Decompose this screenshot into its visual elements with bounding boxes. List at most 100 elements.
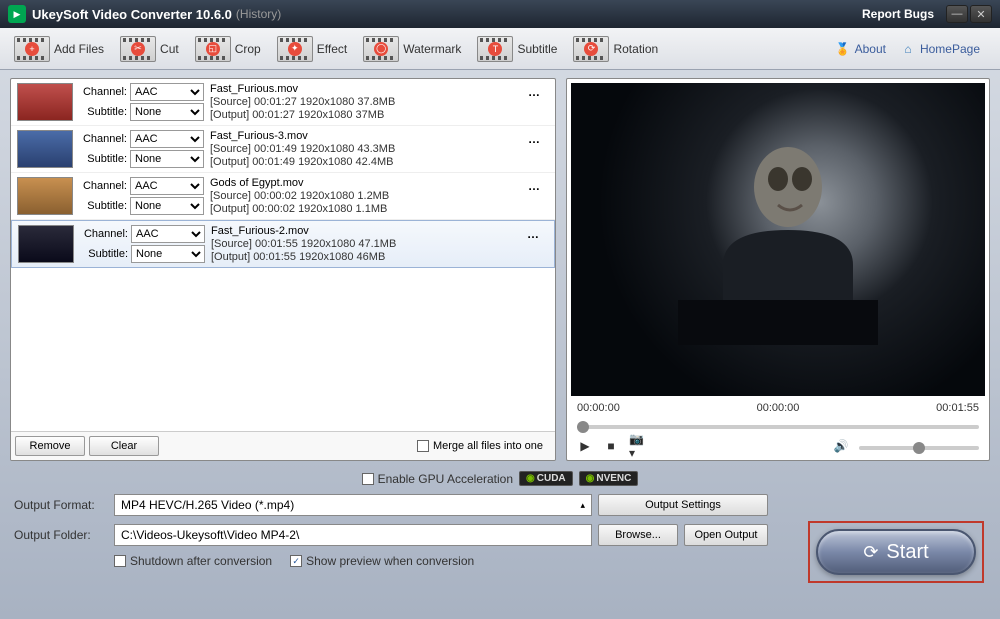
volume-icon[interactable]: 🔊 [833, 438, 849, 454]
remove-button[interactable]: Remove [15, 436, 85, 456]
channel-select[interactable]: AAC [130, 83, 204, 101]
browse-button[interactable]: Browse... [598, 524, 678, 546]
start-highlight: ⟳ Start [808, 521, 984, 583]
preview-checkbox-box[interactable]: ✓ [290, 555, 302, 567]
homepage-link[interactable]: ⌂ HomePage [900, 41, 980, 57]
file-list: Channel: AAC Subtitle: None Fast_Furious… [11, 79, 555, 432]
rotation-button[interactable]: ⟳ Rotation [565, 32, 666, 66]
minimize-button[interactable]: — [946, 5, 968, 23]
channel-label: Channel: [79, 133, 127, 145]
file-row[interactable]: Channel: AAC Subtitle: None Fast_Furious… [11, 126, 555, 173]
play-button[interactable]: ▶ [577, 438, 593, 454]
file-name: Fast_Furious-2.mov [211, 225, 396, 237]
file-thumbnail [18, 225, 74, 263]
output-settings-button[interactable]: Output Settings [598, 494, 768, 516]
open-output-button[interactable]: Open Output [684, 524, 768, 546]
close-button[interactable]: ✕ [970, 5, 992, 23]
stop-button[interactable]: ■ [603, 438, 619, 454]
gpu-checkbox-box[interactable] [362, 473, 374, 485]
cuda-badge: ◉CUDA [519, 471, 573, 486]
seek-slider[interactable] [577, 425, 979, 429]
titlebar: UkeySoft Video Converter 10.6.0 (History… [0, 0, 1000, 28]
preview-panel: 00:00:00 00:00:00 00:01:55 ▶ ■ 📷▾ 🔊 [566, 78, 990, 461]
file-options-button[interactable]: … [528, 179, 541, 193]
channel-label: Channel: [79, 86, 127, 98]
nvenc-badge: ◉NVENC [579, 471, 639, 486]
app-title: UkeySoft Video Converter 10.6.0 [32, 7, 232, 22]
file-output-meta: [Output] 00:00:02 1920x1080 1.1MB [210, 203, 389, 215]
file-source-meta: [Source] 00:01:27 1920x1080 37.8MB [210, 96, 395, 108]
shutdown-checkbox[interactable]: Shutdown after conversion [114, 554, 272, 568]
chevron-up-icon[interactable]: ▴ [580, 500, 585, 511]
effect-icon: ✦ [277, 36, 313, 62]
snapshot-button[interactable]: 📷▾ [629, 438, 645, 454]
file-row[interactable]: Channel: AAC Subtitle: None Fast_Furious… [11, 220, 555, 268]
subtitle-label: Subtitle: [79, 200, 127, 212]
effect-button[interactable]: ✦ Effect [269, 32, 355, 66]
watermark-button[interactable]: ◯ Watermark [355, 32, 469, 66]
file-thumbnail [17, 177, 73, 215]
show-preview-checkbox[interactable]: ✓ Show preview when conversion [290, 554, 474, 568]
subtitle-label: Subtitle: [79, 106, 127, 118]
subtitle-select[interactable]: None [130, 150, 204, 168]
file-output-meta: [Output] 00:01:49 1920x1080 42.4MB [210, 156, 395, 168]
about-link[interactable]: 🏅 About [835, 41, 886, 57]
file-name: Fast_Furious-3.mov [210, 130, 395, 142]
subtitle-label: Subtitle: [80, 248, 128, 260]
time-middle: 00:00:00 [757, 402, 800, 414]
output-format-label: Output Format: [14, 498, 108, 512]
time-current: 00:00:00 [577, 402, 620, 414]
subtitle-select[interactable]: None [131, 245, 205, 263]
channel-label: Channel: [79, 180, 127, 192]
start-button[interactable]: ⟳ Start [816, 529, 976, 575]
channel-select[interactable]: AAC [131, 225, 205, 243]
file-output-meta: [Output] 00:01:55 1920x1080 46MB [211, 251, 396, 263]
watermark-icon: ◯ [363, 36, 399, 62]
channel-select[interactable]: AAC [130, 177, 204, 195]
volume-slider[interactable] [859, 446, 979, 450]
file-source-meta: [Source] 00:01:55 1920x1080 47.1MB [211, 238, 396, 250]
file-row[interactable]: Channel: AAC Subtitle: None Gods of Egyp… [11, 173, 555, 220]
main-toolbar: + Add Files ✂ Cut ◱ Crop ✦ Effect ◯ Wate… [0, 28, 1000, 70]
file-name: Gods of Egypt.mov [210, 177, 389, 189]
file-options-button[interactable]: … [528, 85, 541, 99]
crop-button[interactable]: ◱ Crop [187, 32, 269, 66]
gpu-checkbox[interactable]: Enable GPU Acceleration [362, 472, 513, 486]
add-files-icon: + [14, 36, 50, 62]
file-options-button[interactable]: … [527, 227, 540, 241]
file-name: Fast_Furious.mov [210, 83, 395, 95]
file-thumbnail [17, 130, 73, 168]
subtitle-select[interactable]: None [130, 197, 204, 215]
cut-icon: ✂ [120, 36, 156, 62]
subtitle-icon: T [477, 36, 513, 62]
file-row[interactable]: Channel: AAC Subtitle: None Fast_Furious… [11, 79, 555, 126]
video-preview[interactable] [571, 83, 985, 396]
cut-button[interactable]: ✂ Cut [112, 32, 187, 66]
output-folder-input[interactable]: C:\Videos-Ukeysoft\Video MP4-2\ [114, 524, 592, 546]
channel-select[interactable]: AAC [130, 130, 204, 148]
refresh-icon: ⟳ [863, 542, 878, 563]
merge-checkbox-box[interactable] [417, 440, 429, 452]
clear-button[interactable]: Clear [89, 436, 159, 456]
app-logo-icon [8, 5, 26, 23]
subtitle-label: Subtitle: [79, 153, 127, 165]
report-bugs-link[interactable]: Report Bugs [862, 7, 934, 21]
file-source-meta: [Source] 00:01:49 1920x1080 43.3MB [210, 143, 395, 155]
history-label[interactable]: (History) [236, 7, 281, 21]
file-source-meta: [Source] 00:00:02 1920x1080 1.2MB [210, 190, 389, 202]
subtitle-button[interactable]: T Subtitle [469, 32, 565, 66]
crop-icon: ◱ [195, 36, 231, 62]
subtitle-select[interactable]: None [130, 103, 204, 121]
add-files-button[interactable]: + Add Files [6, 32, 112, 66]
output-format-select[interactable]: MP4 HEVC/H.265 Video (*.mp4) ▴ [114, 494, 592, 516]
file-options-button[interactable]: … [528, 132, 541, 146]
rotation-icon: ⟳ [573, 36, 609, 62]
time-total: 00:01:55 [936, 402, 979, 414]
file-thumbnail [17, 83, 73, 121]
home-icon: ⌂ [900, 41, 916, 57]
output-folder-label: Output Folder: [14, 528, 108, 542]
file-list-panel: Channel: AAC Subtitle: None Fast_Furious… [10, 78, 556, 461]
merge-checkbox[interactable]: Merge all files into one [417, 440, 543, 452]
file-output-meta: [Output] 00:01:27 1920x1080 37MB [210, 109, 395, 121]
channel-label: Channel: [80, 228, 128, 240]
